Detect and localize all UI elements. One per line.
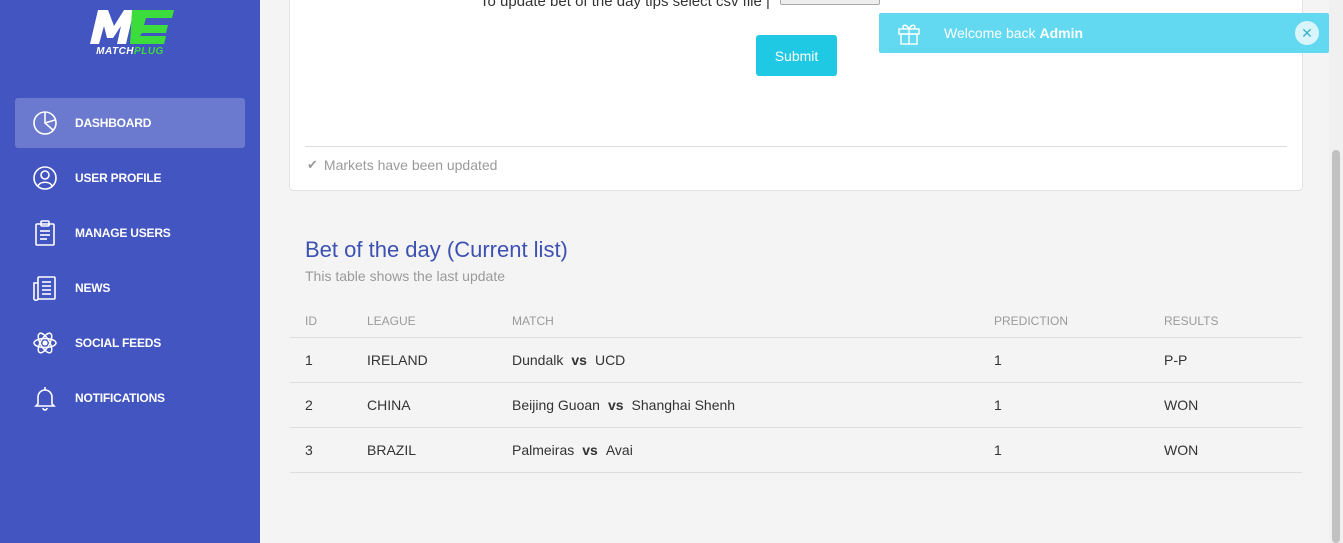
home-team: Beijing Guoan	[512, 396, 600, 413]
vs-label: vs	[571, 351, 587, 368]
bet-of-the-day-table: ID LEAGUE MATCH PREDICTION RESULTS 1 IRE…	[290, 306, 1302, 473]
file-choose-button[interactable]	[779, 0, 880, 5]
clipboard-icon	[15, 219, 75, 247]
vs-label: vs	[582, 441, 598, 458]
sidebar-item-label: NEWS	[75, 281, 111, 295]
column-header-league: LEAGUE	[352, 306, 497, 338]
column-header-id: ID	[290, 306, 352, 338]
newspaper-icon	[15, 274, 75, 302]
sidebar-item-user-profile[interactable]: USER PROFILE	[15, 153, 245, 203]
logo-mark-icon	[90, 10, 174, 44]
cell-match: Palmeiras vs Avai	[497, 427, 979, 473]
sidebar-nav: DASHBOARD USER PROFILE MANAGE USERS NEWS…	[15, 98, 245, 428]
vs-label: vs	[607, 396, 624, 413]
upload-prompt: To update bet of the day tips select csv…	[480, 0, 770, 10]
check-icon: ✔	[307, 157, 318, 172]
gift-icon	[879, 20, 939, 46]
cell-prediction: 1	[979, 427, 1149, 473]
sidebar-item-label: SOCIAL FEEDS	[75, 336, 162, 350]
upload-status: ✔ Markets have been updated	[307, 157, 497, 173]
cell-match: Beijing Guoan vs Shanghai Shenh	[497, 382, 979, 428]
cell-league: IRELAND	[352, 337, 497, 383]
column-header-prediction: PREDICTION	[979, 306, 1149, 338]
home-team: Palmeiras	[512, 441, 575, 458]
cell-league: CHINA	[352, 382, 497, 428]
cell-id: 3	[290, 427, 352, 473]
sidebar-item-label: DASHBOARD	[75, 116, 152, 130]
scrollbar-thumb[interactable]	[1332, 150, 1340, 543]
atom-icon	[15, 329, 75, 357]
submit-button[interactable]: Submit	[756, 35, 837, 76]
sidebar-item-social-feeds[interactable]: SOCIAL FEEDS	[15, 318, 245, 368]
table-header-row: ID LEAGUE MATCH PREDICTION RESULTS	[290, 306, 1302, 338]
away-team: Avai	[605, 441, 633, 458]
matchplug-logo[interactable]: MATCHPLUG	[84, 6, 176, 62]
cell-result: WON	[1149, 382, 1302, 428]
sidebar-item-dashboard[interactable]: DASHBOARD	[15, 98, 245, 148]
table-row: 3 BRAZIL Palmeiras vs Avai 1 WON	[290, 427, 1302, 473]
bell-icon	[15, 384, 75, 412]
sidebar-item-notifications[interactable]: NOTIFICATIONS	[15, 373, 245, 423]
upload-row: To update bet of the day tips select csv…	[480, 0, 880, 11]
cell-league: BRAZIL	[352, 427, 497, 473]
away-team: UCD	[594, 351, 626, 368]
toast-message: Welcome back Admin	[944, 25, 1084, 41]
cell-prediction: 1	[979, 382, 1149, 428]
logo-wordmark: MATCHPLUG	[96, 46, 164, 57]
cell-result: WON	[1149, 427, 1302, 473]
user-icon	[15, 164, 75, 192]
vertical-scrollbar[interactable]	[1329, 0, 1343, 543]
sidebar-item-label: USER PROFILE	[75, 171, 162, 185]
card-divider	[305, 146, 1287, 147]
table-row: 2 CHINA Beijing Guoan vs Shanghai Shenh 1 …	[290, 382, 1302, 428]
cell-prediction: 1	[979, 337, 1149, 383]
section-title: Bet of the day (Current list)	[305, 237, 568, 262]
sidebar-item-news[interactable]: NEWS	[15, 263, 245, 313]
sidebar-item-manage-users[interactable]: MANAGE USERS	[15, 208, 245, 258]
away-team: Shanghai Shenh	[631, 396, 736, 413]
column-header-results: RESULTS	[1149, 306, 1302, 338]
column-header-match: MATCH	[497, 306, 979, 338]
sidebar-item-label: MANAGE USERS	[75, 226, 171, 240]
close-icon[interactable]: ✕	[1295, 21, 1319, 45]
upload-status-text: Markets have been updated	[323, 157, 498, 173]
cell-result: P-P	[1149, 337, 1302, 383]
section-subtitle: This table shows the last update	[305, 268, 506, 284]
welcome-toast: Welcome back Admin ✕	[879, 13, 1329, 53]
cell-id: 1	[290, 337, 352, 383]
toast-username: Admin	[1039, 25, 1084, 41]
cell-match: Dundalk vs UCD	[497, 337, 979, 383]
sidebar-item-label: NOTIFICATIONS	[75, 391, 165, 405]
pie-chart-icon	[15, 109, 75, 137]
cell-id: 2	[290, 382, 352, 428]
home-team: Dundalk	[512, 351, 564, 368]
table-row: 1 IRELAND Dundalk vs UCD 1 P-P	[290, 337, 1302, 383]
sidebar: MATCHPLUG DASHBOARD USER PROFILE MANAGE …	[0, 0, 260, 543]
